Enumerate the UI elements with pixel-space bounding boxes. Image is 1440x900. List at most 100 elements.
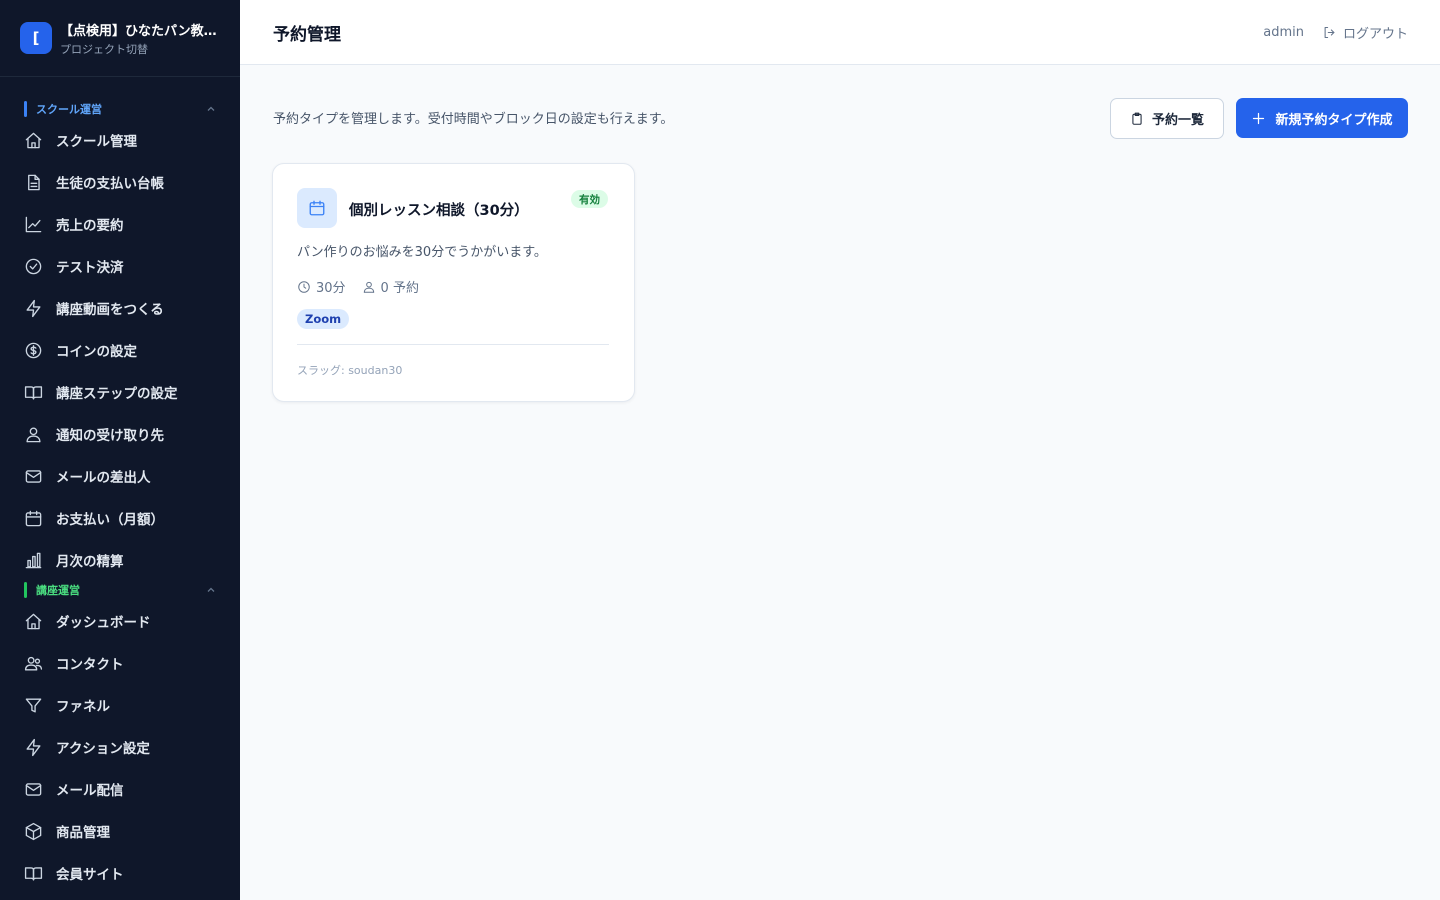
calendar-icon (309, 200, 325, 216)
card-slug: スラッグ: soudan30 (297, 364, 403, 377)
section-header-course[interactable]: 講座運営 (0, 581, 240, 599)
sidebar: [ 【点検用】ひなたパン教室のアカデミー プロジェクト切替 スクール運営 スクー… (0, 0, 240, 900)
sidebar-item-sales-summary[interactable]: 売上の要約 (0, 203, 240, 245)
card-icon-box (297, 188, 337, 228)
sidebar-item-label: メールの差出人 (56, 470, 151, 486)
new-reservation-type-label: 新規予約タイプ作成 (1275, 112, 1393, 128)
chevron-up-icon (207, 587, 215, 592)
section-title: 講座運営 (36, 584, 80, 597)
funnel-icon (25, 697, 42, 713)
sidebar-item-label: ファネル (56, 699, 110, 715)
card-description: パン作りのお悩みを30分でうかがいます。 (297, 245, 547, 260)
sidebar-item-school-management[interactable]: スクール管理 (0, 119, 240, 161)
clock-icon (298, 280, 310, 293)
project-switcher[interactable]: [ 【点検用】ひなたパン教室のアカデミー プロジェクト切替 (0, 0, 240, 77)
home-icon (25, 132, 42, 148)
card-meta: 30分 0 予約 (297, 277, 435, 296)
location-tag: Zoom (297, 309, 350, 329)
sidebar-item-label: テスト決済 (56, 260, 124, 276)
sidebar-item-label: 講座動画をつくる (56, 302, 164, 318)
sidebar-item-member-site[interactable]: 会員サイト (0, 852, 240, 894)
sidebar-item-mail-sender[interactable]: メールの差出人 (0, 455, 240, 497)
sidebar-item-monthly-payment[interactable]: お支払い（月額） (0, 497, 240, 539)
section-label: スクール運営 (24, 101, 102, 117)
sidebar-item-label: ダッシュボード (56, 615, 151, 631)
book-icon (24, 385, 43, 400)
sidebar-item-dashboard[interactable]: ダッシュボード (0, 600, 240, 642)
chevron-up-icon (207, 106, 215, 111)
mail-icon (25, 782, 42, 796)
users-icon (363, 281, 374, 293)
document-icon (28, 174, 40, 190)
reservation-list-label: 予約一覧 (1151, 113, 1204, 128)
users-icon (26, 426, 41, 442)
sidebar-item-monthly-settlement[interactable]: 月次の精算 (0, 539, 240, 581)
book-icon (24, 866, 43, 881)
mail-icon (25, 469, 42, 483)
project-text: 【点検用】ひなたパン教室のアカデミー プロジェクト切替 (60, 20, 220, 57)
section-accent-bar (24, 582, 27, 598)
logout-button[interactable]: ログアウト (1322, 23, 1408, 42)
sidebar-item-test-payment[interactable]: テスト決済 (0, 245, 240, 287)
sidebar-item-funnel[interactable]: ファネル (0, 684, 240, 726)
sidebar-item-label: スクール管理 (56, 134, 137, 150)
plus-icon (1253, 112, 1265, 124)
section-header-school[interactable]: スクール運営 (0, 100, 240, 118)
section-label: 講座運営 (24, 582, 80, 598)
sidebar-item-label: 生徒の支払い台帳 (56, 176, 164, 192)
sidebar-item-payment-ledger[interactable]: 生徒の支払い台帳 (0, 161, 240, 203)
duration-meta: 30分 (297, 277, 346, 296)
sidebar-item-label: 月次の精算 (56, 554, 124, 570)
check-circle-icon (25, 258, 42, 274)
top-header: 予約管理 admin ログアウト (240, 0, 1440, 65)
sidebar-item-label: アクション設定 (56, 741, 150, 757)
group-icon (24, 656, 43, 671)
sidebar-item-label: 会員サイト (56, 867, 124, 883)
calendar-icon (25, 510, 42, 526)
logout-icon (1324, 26, 1335, 38)
sidebar-item-coin-settings[interactable]: コインの設定 (0, 329, 240, 371)
box-icon (25, 822, 42, 840)
page-description: 予約タイプを管理します。受付時間やブロック日の設定も行えます。 (273, 112, 674, 127)
sidebar-item-mail-delivery[interactable]: メール配信 (0, 768, 240, 810)
card-divider (297, 344, 609, 345)
sidebar-item-label: 講座ステップの設定 (56, 386, 178, 402)
sidebar-item-label: メール配信 (56, 783, 124, 799)
sidebar-item-contacts[interactable]: コンタクト (0, 642, 240, 684)
section-title: スクール運営 (36, 103, 102, 116)
sidebar-item-course-step-settings[interactable]: 講座ステップの設定 (0, 371, 240, 413)
section-accent-bar (24, 101, 27, 117)
project-switch-label: プロジェクト切替 (60, 42, 148, 56)
sidebar-item-notification-recipients[interactable]: 通知の受け取り先 (0, 413, 240, 455)
logout-label: ログアウト (1342, 26, 1408, 42)
sidebar-nav-course: ダッシュボード コンタクト ファネル アクション設定 メール配信 商品管理 会員… (0, 600, 240, 894)
new-reservation-type-button[interactable]: 新規予約タイプ作成 (1236, 98, 1408, 138)
reservation-type-card[interactable]: 個別レッスン相談（30分） 有効 パン作りのお悩みを30分でうかがいます。 30… (272, 163, 635, 402)
sidebar-item-label: 売上の要約 (56, 218, 124, 234)
sidebar-item-label: お支払い（月額） (56, 512, 164, 528)
home-icon (25, 613, 42, 629)
reservation-list-button[interactable]: 予約一覧 (1110, 98, 1224, 139)
coin-icon (25, 342, 42, 358)
bookings-value: 0 予約 (380, 281, 419, 296)
sidebar-nav-school: スクール管理 生徒の支払い台帳 売上の要約 テスト決済 講座動画をつくる コイン… (0, 119, 240, 581)
sidebar-item-label: コンタクト (56, 657, 124, 673)
page-title: 予約管理 (273, 24, 341, 45)
sidebar-item-action-settings[interactable]: アクション設定 (0, 726, 240, 768)
duration-value: 30分 (316, 281, 346, 296)
bar-chart-icon (25, 552, 42, 568)
sidebar-item-product-management[interactable]: 商品管理 (0, 810, 240, 852)
user-name: admin (1263, 24, 1304, 40)
project-logo: [ (20, 22, 52, 54)
sidebar-item-label: コインの設定 (56, 344, 137, 360)
card-title: 個別レッスン相談（30分） (349, 203, 529, 219)
sidebar-item-label: 商品管理 (56, 825, 110, 841)
header-right: admin ログアウト (1263, 23, 1408, 42)
status-badge: 有効 (571, 190, 608, 208)
sidebar-item-create-course-video[interactable]: 講座動画をつくる (0, 287, 240, 329)
chart-line-icon (25, 216, 42, 232)
bolt-icon (26, 299, 41, 317)
project-name: 【点検用】ひなたパン教室のアカデミー (60, 23, 220, 39)
bookings-meta: 0 予約 (362, 277, 419, 296)
sidebar-item-label: 通知の受け取り先 (56, 428, 164, 444)
